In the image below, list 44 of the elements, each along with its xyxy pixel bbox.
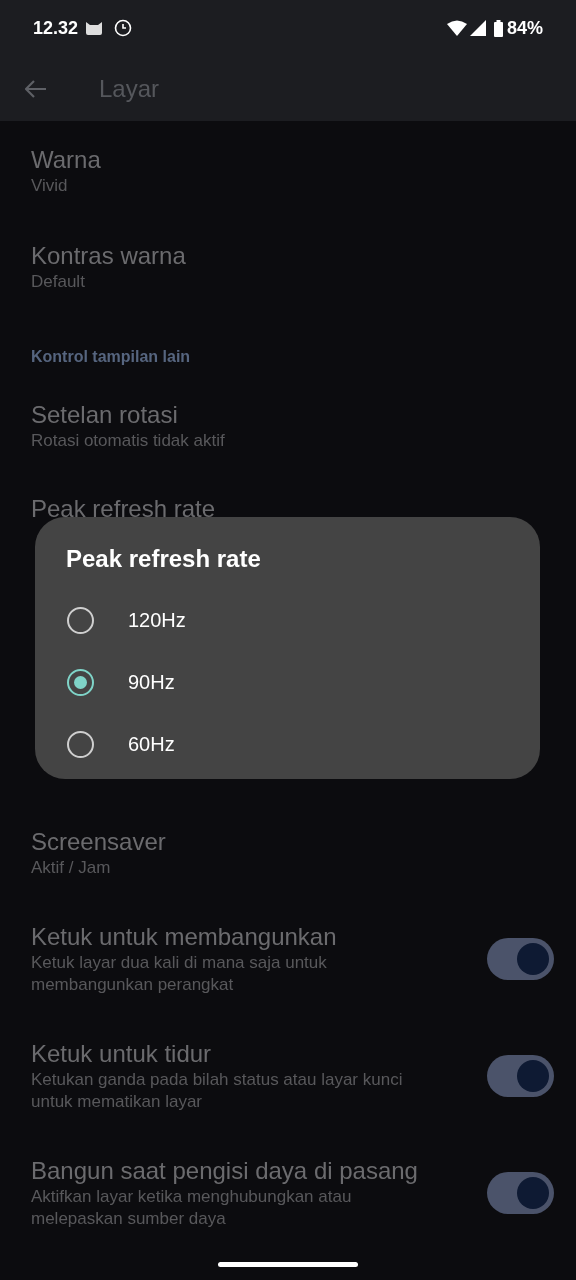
setting-subtitle: Aktif / Jam	[31, 857, 112, 879]
signal-icon	[469, 20, 486, 36]
clock-time: 12.32	[33, 16, 79, 40]
toggle-switch[interactable]	[487, 938, 554, 980]
cat-icon	[84, 20, 105, 36]
setting-subtitle: Aktifkan layar ketika menghubungkan atau melepaskan sumber daya	[31, 1186, 353, 1230]
radio-button[interactable]	[67, 668, 94, 696]
setting-subtitle: Default	[31, 271, 86, 293]
setting-title: Kontras warna	[31, 241, 187, 271]
setting-row[interactable]: Warna Vivid	[0, 129, 576, 225]
radio-button[interactable]	[67, 730, 94, 758]
option-label: 90Hz	[128, 670, 175, 695]
setting-title: Screensaver	[31, 827, 167, 857]
section-header: Kontrol tampilan lain	[31, 347, 192, 367]
setting-subtitle: Rotasi otomatis tidak aktif	[31, 430, 226, 452]
toggle-switch[interactable]	[487, 1172, 554, 1214]
wifi-icon	[446, 20, 467, 36]
setting-title: Peak refresh rate	[31, 494, 216, 524]
setting-row[interactable]: Setelan rotasi Rotasi otomatis tidak aktif	[0, 384, 576, 480]
setting-subtitle: Ketukan ganda pada bilah status atau layar kunci untuk mematikan layar	[31, 1069, 404, 1113]
setting-subtitle: Ketuk layar dua kali di mana saja untuk membangunkan perangkat	[31, 952, 328, 996]
setting-title: Bangun saat pengisi daya di pasang	[31, 1156, 419, 1186]
toggle-switch[interactable]	[487, 1055, 554, 1097]
setting-title: Ketuk untuk membangunkan	[31, 922, 338, 952]
setting-title: Warna	[31, 145, 102, 175]
setting-row[interactable]: Ketuk untuk tidur Ketukan ganda pada bilah status atau layar kunci untuk mematikan layar	[0, 1024, 576, 1141]
radio-option[interactable]: 120Hz	[35, 589, 540, 651]
radio-option[interactable]: 90Hz	[35, 651, 540, 713]
battery-percentage: 84%	[506, 16, 543, 40]
setting-row[interactable]: Kontras warna Default	[0, 225, 576, 321]
setting-title: Ketuk untuk tidur	[31, 1039, 213, 1069]
dialog-title: Peak refresh rate	[66, 544, 262, 574]
screen-title: Layar	[99, 73, 160, 104]
option-label: 60Hz	[128, 732, 175, 757]
setting-row[interactable]: Screensaver Aktif / Jam	[0, 811, 576, 907]
setting-row[interactable]: Ketuk untuk membangunkan Ketuk layar dua kali di mana saja untuk membangunkan perangkat	[0, 907, 576, 1024]
radio-button[interactable]	[67, 606, 94, 634]
option-label: 120Hz	[128, 608, 186, 633]
setting-row[interactable]: Bangun saat pengisi daya di pasang Aktifkan layar ketika menghubungkan atau melepaskan sumber daya	[0, 1141, 576, 1258]
setting-subtitle: Vivid	[31, 175, 69, 197]
radio-option[interactable]: 60Hz	[35, 713, 540, 775]
setting-title: Setelan rotasi	[31, 400, 179, 430]
alarm-clock-icon	[114, 19, 133, 37]
battery-icon	[493, 19, 503, 37]
